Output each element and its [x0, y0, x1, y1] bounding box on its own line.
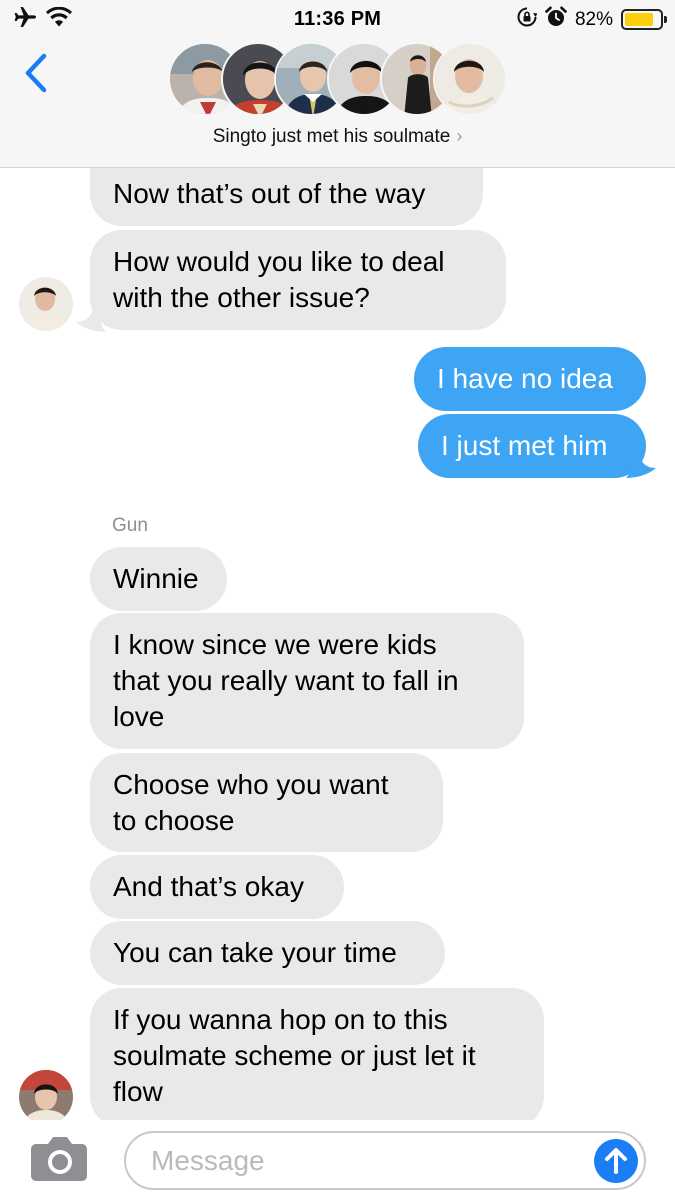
outgoing-message-bubble[interactable]: I have no idea — [414, 347, 646, 411]
conversation-title[interactable]: Singto just met his soulmate › — [0, 126, 675, 148]
incoming-message-bubble[interactable]: If you wanna hop on to this soulmate sch… — [90, 988, 544, 1128]
status-bar: 11:36 PM 82% — [0, 0, 675, 38]
message-text-line: love — [113, 701, 165, 732]
message-text: Winnie — [113, 563, 199, 594]
message-text-line: Choose who you want — [113, 769, 389, 800]
status-right-group: 82% — [517, 6, 667, 33]
outgoing-bubble-tail — [626, 446, 656, 478]
message-text-line: to choose — [113, 805, 235, 836]
chevron-left-icon — [25, 53, 47, 93]
message-text-line: that you really want to fall in — [113, 665, 459, 696]
message-field[interactable] — [124, 1131, 646, 1190]
back-button[interactable] — [20, 52, 54, 94]
message-text: Now that’s out of the way — [113, 178, 426, 209]
arrow-up-icon — [605, 1148, 627, 1174]
battery-icon — [621, 9, 667, 30]
group-avatars[interactable] — [168, 42, 508, 116]
chevron-right-icon: › — [456, 126, 463, 146]
participant-avatar-6 — [433, 42, 507, 116]
message-input[interactable] — [151, 1143, 581, 1179]
alarm-icon — [545, 6, 567, 33]
message-text: I have no idea — [437, 363, 613, 394]
incoming-message-bubble[interactable]: Now that’s out of the way — [90, 162, 483, 226]
battery-percentage: 82% — [574, 8, 613, 30]
message-text: You can take your time — [113, 937, 397, 968]
sender-name: Gun — [112, 515, 148, 536]
conversation-title-text: Singto just met his soulmate — [212, 126, 451, 147]
camera-icon — [31, 1137, 87, 1181]
message-text: I just met him — [441, 430, 608, 461]
message-text: And that’s okay — [113, 871, 304, 902]
message-text-line: If you wanna hop on to this — [113, 1004, 448, 1035]
incoming-message-bubble[interactable]: Choose who you want to choose — [90, 753, 443, 852]
sender-avatar[interactable] — [19, 277, 73, 331]
send-button[interactable] — [594, 1139, 638, 1183]
incoming-message-bubble[interactable]: And that’s okay — [90, 855, 344, 919]
message-text-line: with the other issue? — [113, 282, 370, 313]
conversation-header: 11:36 PM 82% Singto just met his soulmat… — [0, 0, 675, 168]
camera-button[interactable] — [30, 1136, 88, 1182]
battery-terminal — [664, 16, 667, 23]
incoming-message-bubble[interactable]: You can take your time — [90, 921, 445, 985]
incoming-message-bubble[interactable]: I know since we were kids that you reall… — [90, 613, 524, 749]
sender-avatar[interactable] — [19, 1070, 73, 1124]
message-text-line: soulmate scheme or just let it — [113, 1040, 476, 1071]
incoming-bubble-tail — [76, 300, 106, 332]
message-text-line: How would you like to deal — [113, 246, 445, 277]
orientation-lock-icon — [517, 7, 538, 32]
battery-level-fill — [625, 13, 653, 26]
incoming-message-bubble[interactable]: Winnie — [90, 547, 227, 611]
message-input-bar — [0, 1120, 675, 1200]
outgoing-message-bubble[interactable]: I just met him — [418, 414, 646, 478]
message-text-line: flow — [113, 1076, 163, 1107]
incoming-message-bubble[interactable]: How would you like to deal with the othe… — [90, 230, 506, 330]
message-text-line: I know since we were kids — [113, 629, 437, 660]
